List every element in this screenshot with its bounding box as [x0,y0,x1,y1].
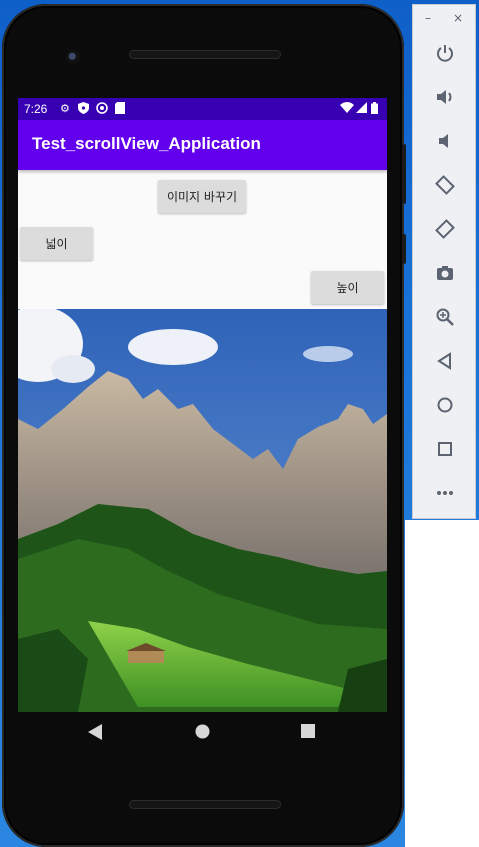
home-icon[interactable] [435,395,455,415]
wifi-icon [340,102,354,113]
app-title: Test_scrollView_Application [32,134,261,153]
more-icon[interactable] [435,483,455,503]
phone-side-key [402,144,406,204]
close-button[interactable]: × [453,11,463,25]
app-bar: Test_scrollView_Application [18,120,387,170]
recents-icon[interactable] [301,724,315,738]
volume-up-icon[interactable] [435,87,455,107]
height-button[interactable]: 높이 [311,271,384,304]
landscape-photo [18,309,387,712]
navigation-bar [18,712,387,758]
width-button[interactable]: 넓이 [20,227,93,260]
minimize-button[interactable]: – [425,11,431,25]
battery-icon [371,102,378,114]
device-screen: 7:26 ⚙ Test_scrollView_Application 이미지 바… [18,98,387,712]
top-speaker [129,50,281,59]
bottom-speaker [129,800,281,809]
mountain-image [18,309,387,712]
zoom-icon[interactable] [435,307,455,327]
front-camera [66,50,80,64]
camera-icon[interactable] [435,263,455,283]
status-bar: 7:26 ⚙ [18,98,387,120]
settings-icon: ⚙ [60,102,70,115]
rotate-left-icon[interactable] [435,175,455,195]
signal-icon [356,102,367,113]
phone-side-key [402,234,406,264]
sync-icon [96,102,108,114]
sd-card-icon [115,102,125,114]
power-icon[interactable] [435,43,455,63]
overview-icon[interactable] [435,439,455,459]
back-icon[interactable] [88,724,102,740]
status-time: 7:26 [24,102,48,116]
back-icon[interactable] [435,351,455,371]
change-image-button[interactable]: 이미지 바꾸기 [158,180,246,213]
rotate-right-icon[interactable] [435,219,455,239]
desktop-background [405,520,479,847]
home-icon[interactable] [195,724,210,739]
volume-down-icon[interactable] [435,131,455,151]
shield-icon [78,102,89,114]
emulator-toolbar: – × [412,4,476,519]
